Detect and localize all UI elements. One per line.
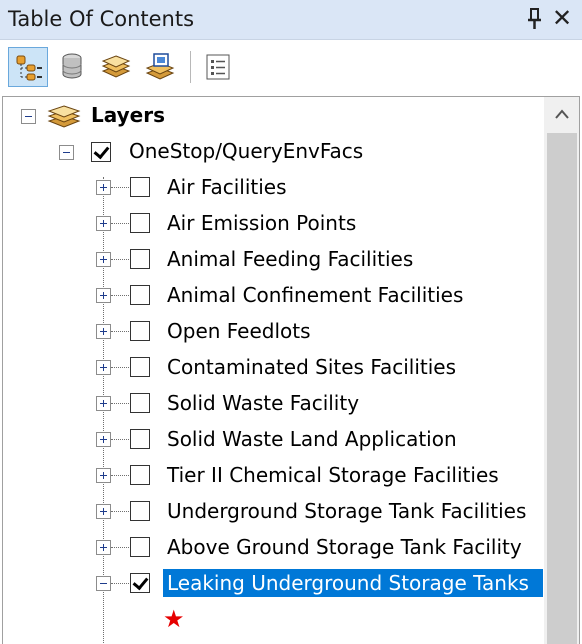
layer-visibility-checkbox[interactable]	[130, 573, 150, 593]
chevron-up-icon	[555, 109, 569, 119]
layers-visibility-icon	[101, 55, 131, 78]
tree-connector	[111, 475, 129, 476]
tree-connector	[111, 403, 129, 404]
layer-label[interactable]: Leaking Underground Storage Tanks	[163, 569, 543, 597]
layer-expand-toggle[interactable]	[96, 360, 111, 375]
tree-connector	[111, 439, 129, 440]
tree-connector	[111, 331, 129, 332]
layer-visibility-checkbox[interactable]	[130, 177, 150, 197]
tree-connector	[111, 547, 129, 548]
layer-expand-toggle[interactable]	[96, 540, 111, 555]
layer-expand-toggle[interactable]	[96, 468, 111, 483]
layer-label[interactable]: Contaminated Sites Facilities	[167, 353, 456, 381]
tree-connector	[111, 583, 129, 584]
layer-expand-toggle[interactable]	[96, 432, 111, 447]
layer-label[interactable]: Solid Waste Facility	[167, 389, 359, 417]
layer-tree: Layers OneStop/QueryEnvFacs Air Faciliti…	[2, 96, 580, 644]
layer-expand-toggle[interactable]	[96, 288, 111, 303]
tree-connector	[111, 259, 129, 260]
layer-visibility-checkbox[interactable]	[130, 321, 150, 341]
layer-visibility-checkbox[interactable]	[130, 429, 150, 449]
layer-label[interactable]: Air Emission Points	[167, 209, 356, 237]
title-bar: Table Of Contents ✕	[0, 0, 582, 40]
layer-expand-toggle[interactable]	[96, 216, 111, 231]
layer-label[interactable]: Solid Waste Land Application	[167, 425, 457, 453]
layers-stack-icon	[47, 102, 81, 134]
list-by-drawing-order-button[interactable]	[8, 47, 48, 87]
tree-connector	[111, 187, 129, 188]
drawing-order-icon	[16, 55, 42, 81]
layer-expand-toggle[interactable]	[96, 576, 111, 591]
layer-expand-toggle[interactable]	[96, 252, 111, 267]
layer-label[interactable]: Above Ground Storage Tank Facility	[167, 533, 522, 561]
layer-expand-toggle[interactable]	[96, 504, 111, 519]
layer-label[interactable]: Tier II Chemical Storage Facilities	[167, 461, 499, 489]
layer-visibility-checkbox[interactable]	[130, 501, 150, 521]
layer-visibility-checkbox[interactable]	[130, 465, 150, 485]
layer-visibility-checkbox[interactable]	[130, 537, 150, 557]
scroll-up-button[interactable]	[544, 97, 579, 131]
tree-connector	[111, 223, 129, 224]
group-visibility-checkbox[interactable]	[91, 142, 111, 162]
layer-visibility-checkbox[interactable]	[130, 213, 150, 233]
group-label[interactable]: OneStop/QueryEnvFacs	[129, 137, 363, 165]
tree-connector	[111, 295, 129, 296]
root-layers-label[interactable]: Layers	[91, 101, 165, 129]
layer-expand-toggle[interactable]	[96, 396, 111, 411]
layer-visibility-checkbox[interactable]	[130, 393, 150, 413]
point-symbol-star-icon: ★	[163, 605, 185, 633]
layer-visibility-checkbox[interactable]	[130, 249, 150, 269]
pin-icon[interactable]	[524, 6, 544, 32]
list-by-visibility-button[interactable]	[96, 47, 136, 87]
layer-visibility-checkbox[interactable]	[130, 357, 150, 377]
layer-label[interactable]: Air Facilities	[167, 173, 287, 201]
toolbar	[0, 41, 582, 93]
table-of-contents-panel: Table Of Contents ✕ Layers OneStop/Query…	[0, 0, 582, 644]
vertical-scrollbar[interactable]	[544, 97, 579, 644]
tree-connector	[111, 367, 129, 368]
close-icon[interactable]: ✕	[552, 4, 572, 32]
panel-title: Table Of Contents	[8, 7, 195, 31]
scrollbar-thumb[interactable]	[547, 133, 577, 644]
layer-label[interactable]: Animal Confinement Facilities	[167, 281, 463, 309]
layer-expand-toggle[interactable]	[96, 180, 111, 195]
layer-label[interactable]: Animal Feeding Facilities	[167, 245, 413, 273]
list-by-selection-button[interactable]	[140, 47, 180, 87]
layer-expand-toggle[interactable]	[96, 324, 111, 339]
selection-icon	[145, 53, 175, 80]
list-by-source-button[interactable]	[52, 47, 92, 87]
options-button[interactable]	[198, 47, 238, 87]
tree-connector	[111, 511, 129, 512]
layer-label[interactable]: Open Feedlots	[167, 317, 311, 345]
layer-visibility-checkbox[interactable]	[130, 285, 150, 305]
source-database-icon	[62, 53, 82, 79]
layer-label[interactable]: Underground Storage Tank Facilities	[167, 497, 526, 525]
options-list-icon	[206, 54, 230, 80]
toolbar-separator	[190, 51, 191, 83]
group-collapse-toggle[interactable]	[59, 145, 74, 160]
root-collapse-toggle[interactable]	[21, 109, 36, 124]
